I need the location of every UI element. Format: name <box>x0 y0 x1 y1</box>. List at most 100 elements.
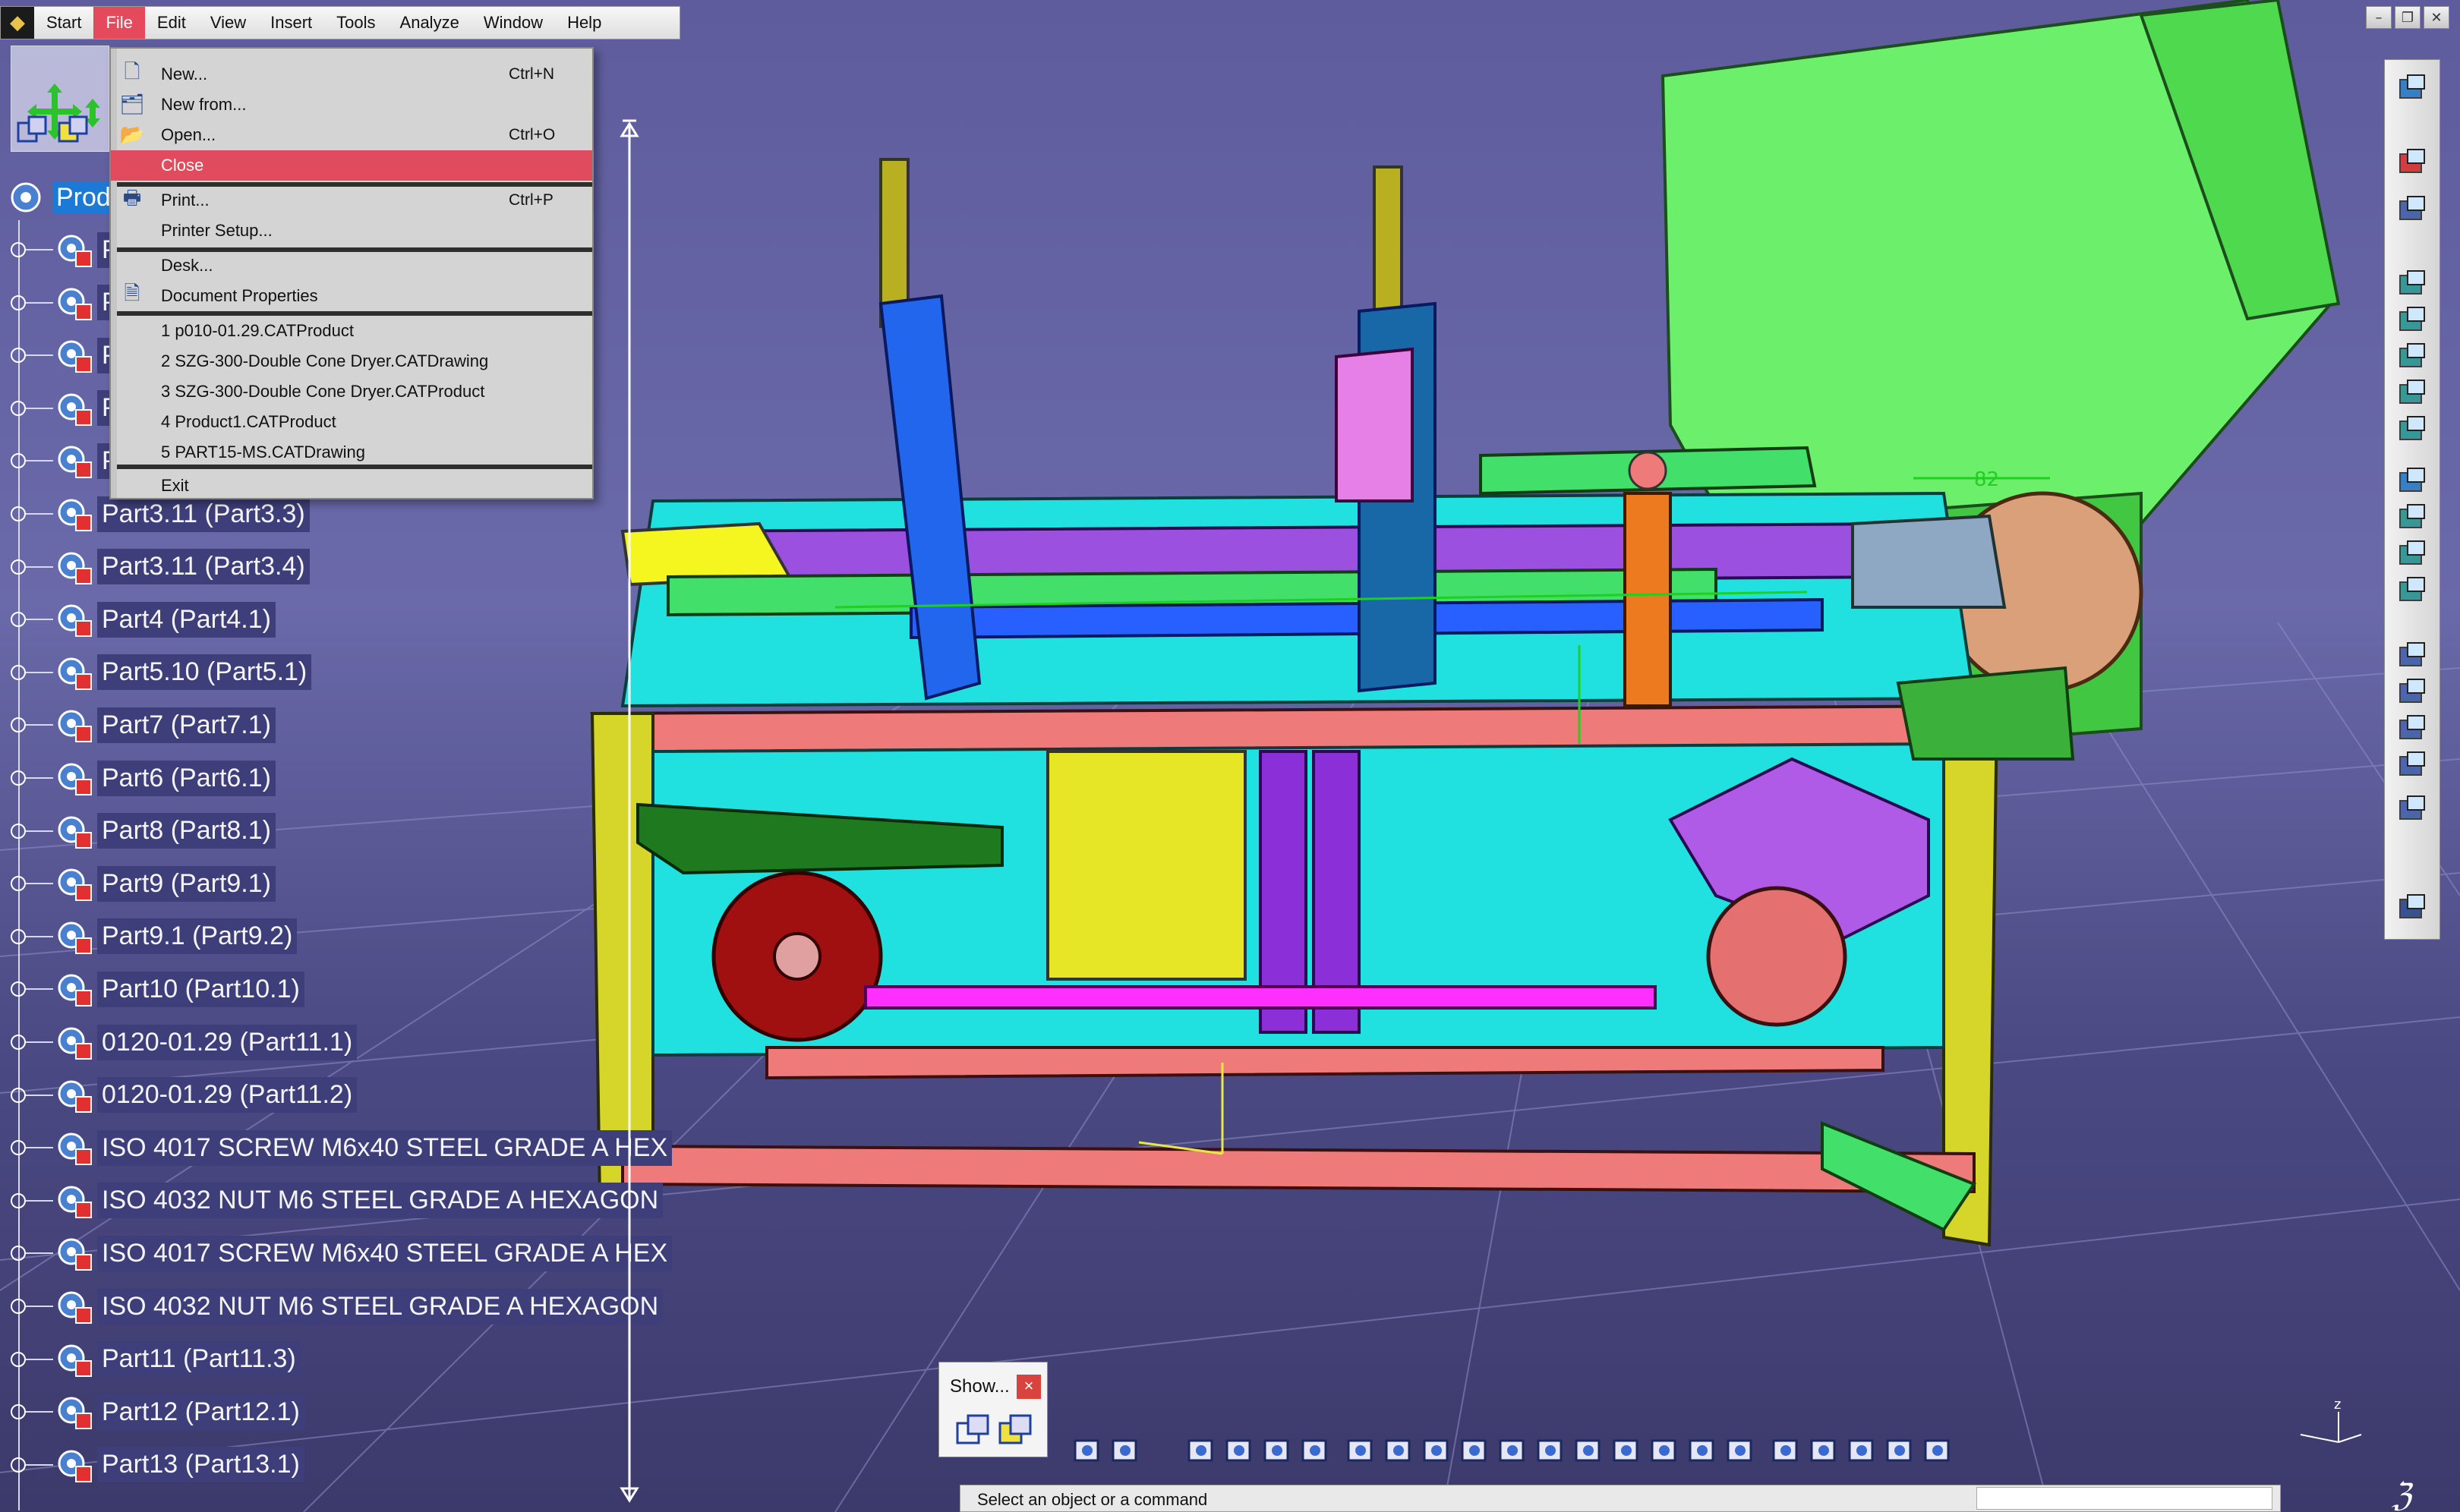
tree-node[interactable]: 0120-01.29 (Part11.2) <box>11 1073 358 1117</box>
menu-window[interactable]: Window <box>472 7 555 39</box>
expand-icon[interactable] <box>11 1404 26 1420</box>
component-icon[interactable] <box>2391 301 2433 341</box>
flexible-icon[interactable] <box>2391 411 2433 450</box>
catia-app-icon[interactable]: ◆ <box>1 7 34 39</box>
tree-node[interactable]: Part8 (Part8.1) <box>11 809 276 853</box>
menu-analyze[interactable]: Analyze <box>388 7 472 39</box>
tree-node-label[interactable]: Part9.1 (Part9.2) <box>97 918 298 955</box>
fit-all-icon[interactable] <box>1344 1430 1377 1469</box>
tree-node-label[interactable]: Part13 (Part13.1) <box>97 1447 304 1483</box>
tree-node[interactable]: Part9.1 (Part9.2) <box>11 915 298 959</box>
tree-node-label[interactable]: Part7 (Part7.1) <box>97 707 276 743</box>
tree-node[interactable]: Part5.10 (Part5.1) <box>11 650 312 695</box>
expand-icon[interactable] <box>11 664 26 680</box>
file-menu-item[interactable]: Desk... <box>111 250 592 281</box>
sectioning-icon[interactable] <box>1883 1430 1916 1469</box>
expand-icon[interactable] <box>11 295 26 310</box>
expand-icon[interactable] <box>11 770 26 786</box>
tree-node-label[interactable]: Part4 (Part4.1) <box>97 601 276 638</box>
expand-icon[interactable] <box>11 506 26 521</box>
file-menu-item[interactable]: 1 p010-01.29.CATProduct <box>111 316 592 346</box>
zoom-in-icon[interactable] <box>1458 1430 1491 1469</box>
assembly-constraint-icon[interactable] <box>2391 265 2433 304</box>
tree-node[interactable]: 0120-01.29 (Part11.1) <box>11 1020 358 1064</box>
tree-scroll-slider[interactable] <box>617 118 642 1507</box>
normal-view-icon[interactable] <box>1534 1430 1567 1469</box>
tree-node-label[interactable]: Part3.11 (Part3.3) <box>97 496 310 532</box>
fix-icon[interactable] <box>2391 535 2433 575</box>
offset-icon[interactable] <box>2391 572 2433 611</box>
expand-icon[interactable] <box>11 612 26 628</box>
expand-icon[interactable] <box>11 400 26 416</box>
link-parts-alt-icon[interactable] <box>56 114 90 147</box>
tree-node[interactable]: ISO 4032 NUT M6 STEEL GRADE A HEXAGON <box>11 1284 664 1328</box>
expand-icon[interactable] <box>11 348 26 364</box>
file-menu-item[interactable]: 5 PART15-MS.CATDrawing <box>111 437 592 468</box>
pointer-options-icon[interactable] <box>2391 191 2433 230</box>
tree-node[interactable]: Part4 (Part4.1) <box>11 597 276 641</box>
tree-node[interactable]: ISO 4032 NUT M6 STEEL GRADE A HEXAGON <box>11 1179 664 1223</box>
file-menu-item[interactable]: 🗋 New... Ctrl+N <box>111 59 592 90</box>
tree-node[interactable]: Part12 (Part12.1) <box>11 1390 304 1434</box>
file-menu-item[interactable]: Close <box>111 150 592 181</box>
explode-icon[interactable] <box>2391 673 2433 713</box>
catalog-icon[interactable] <box>2391 746 2433 786</box>
speech-icon[interactable] <box>1109 1430 1142 1469</box>
tree-node-label[interactable]: ISO 4017 SCREW M6x40 STEEL GRADE A HEX <box>97 1129 673 1166</box>
tree-node-label[interactable]: Part5.10 (Part5.1) <box>97 654 312 691</box>
hide-show-icon[interactable] <box>1648 1430 1681 1469</box>
tree-node[interactable]: Part10 (Part10.1) <box>11 967 304 1011</box>
expand-icon[interactable] <box>11 823 26 839</box>
knowledge-icon[interactable] <box>2391 69 2433 109</box>
expand-icon[interactable] <box>11 1035 26 1050</box>
tree-node-label[interactable]: ISO 4032 NUT M6 STEEL GRADE A HEXAGON <box>97 1288 664 1325</box>
expand-icon[interactable] <box>11 242 26 257</box>
file-menu-item[interactable]: 4 Product1.CATProduct <box>111 407 592 437</box>
coincidence-icon[interactable] <box>2391 637 2433 676</box>
tree-icon[interactable] <box>1222 1430 1256 1469</box>
link-parts-icon[interactable] <box>15 114 49 147</box>
expand-icon[interactable] <box>11 928 26 944</box>
menu-insert[interactable]: Insert <box>258 7 324 39</box>
expand-icon[interactable] <box>11 453 26 469</box>
expand-icon[interactable] <box>11 1246 26 1262</box>
file-menu-item[interactable]: 🖶 Print... Ctrl+P <box>111 185 592 216</box>
tree-root[interactable]: Prod <box>5 175 114 220</box>
expand-icon[interactable] <box>11 876 26 892</box>
expand-icon[interactable] <box>11 1351 26 1367</box>
command-input[interactable] <box>1976 1487 2272 1510</box>
menu-file[interactable]: File <box>93 7 145 39</box>
tree-node-label[interactable]: Part9 (Part9.1) <box>97 865 276 902</box>
tree-node[interactable]: P <box>11 228 124 272</box>
tree-node[interactable]: ISO 4017 SCREW M6x40 STEEL GRADE A HEX <box>11 1126 673 1170</box>
tree-node-label[interactable]: Part8 (Part8.1) <box>97 813 276 849</box>
expand-icon[interactable] <box>11 1299 26 1314</box>
expand-icon[interactable] <box>11 717 26 733</box>
tree-node[interactable]: Part3.11 (Part3.4) <box>11 545 310 589</box>
tree-node[interactable]: Part9 (Part9.1) <box>11 862 276 906</box>
menu-edit[interactable]: Edit <box>145 7 198 39</box>
expand-icon[interactable] <box>11 1457 26 1473</box>
tree-node-label[interactable]: Part3.11 (Part3.4) <box>97 549 310 585</box>
expand-icon[interactable] <box>11 1087 26 1103</box>
close-icon[interactable]: × <box>1017 1375 1041 1399</box>
rotate-icon[interactable] <box>1420 1430 1453 1469</box>
close-icon[interactable]: ✕ <box>2424 6 2449 29</box>
scene-icon[interactable] <box>2391 710 2433 749</box>
bom-icon[interactable] <box>1921 1430 1954 1469</box>
file-menu-item[interactable]: Exit <box>111 471 592 501</box>
pan-icon[interactable] <box>1382 1430 1415 1469</box>
menu-tools[interactable]: Tools <box>324 7 387 39</box>
box-icon[interactable] <box>2391 338 2433 377</box>
tree-node-label[interactable]: Part10 (Part10.1) <box>97 971 304 1007</box>
tree-node[interactable]: P <box>11 333 124 377</box>
tree-node[interactable]: Part6 (Part6.1) <box>11 756 276 800</box>
tree-node-label[interactable]: Part12 (Part12.1) <box>97 1394 304 1430</box>
file-menu-item[interactable]: 📂 Open... Ctrl+O <box>111 120 592 150</box>
select-arrow-icon[interactable] <box>2391 143 2433 183</box>
fly-icon[interactable] <box>1298 1430 1332 1469</box>
tree-node[interactable]: Part7 (Part7.1) <box>11 703 276 747</box>
iso-view-icon[interactable] <box>1610 1430 1643 1469</box>
measure-between-icon[interactable] <box>1807 1430 1840 1469</box>
measure-icon[interactable] <box>2391 499 2433 538</box>
